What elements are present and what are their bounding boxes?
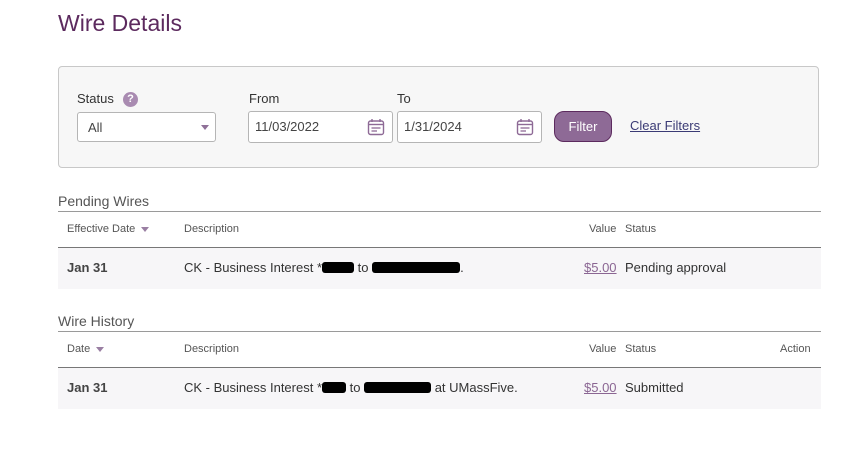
value-header: Value <box>589 343 617 355</box>
caret-down-icon <box>201 125 209 130</box>
to-label: To <box>397 91 411 106</box>
row-value-link[interactable]: $5.00 <box>584 260 617 275</box>
from-date-field <box>248 111 393 143</box>
row-value-link[interactable]: $5.00 <box>584 380 617 395</box>
row-status: Pending approval <box>625 260 727 275</box>
table-header: Effective Date Description Value Status <box>58 212 821 248</box>
chevron-down-icon <box>141 226 150 232</box>
table-header: Date Description Value Status Action <box>58 332 821 368</box>
effective-date-header[interactable]: Effective Date <box>67 223 150 235</box>
calendar-icon[interactable] <box>516 118 534 136</box>
page-title: Wire Details <box>58 10 182 36</box>
redaction-mark <box>322 382 346 393</box>
action-header: Action <box>780 343 811 355</box>
redaction-mark <box>364 382 432 393</box>
description-header: Description <box>184 223 240 235</box>
row-date: Jan 31 <box>67 260 108 275</box>
filter-button[interactable]: Filter <box>554 111 612 142</box>
calendar-icon[interactable] <box>367 118 385 136</box>
to-date-input[interactable] <box>404 119 504 134</box>
redaction-mark <box>372 262 461 273</box>
pending-wires-table: Effective Date Description Value Status … <box>58 212 821 289</box>
wire-history-title: Wire History <box>58 313 135 329</box>
clear-filters-link[interactable]: Clear Filters <box>630 118 700 133</box>
description-header: Description <box>184 343 240 355</box>
redaction-mark <box>322 262 354 273</box>
chevron-down-icon <box>96 346 105 352</box>
status-select[interactable]: All <box>77 112 216 142</box>
status-header: Status <box>625 223 657 235</box>
pending-wires-title: Pending Wires <box>58 193 150 209</box>
row-description: CK - Business Interest * to at UMassFive… <box>184 380 518 395</box>
status-select-value: All <box>88 120 103 135</box>
date-header[interactable]: Date <box>67 343 105 355</box>
help-icon[interactable]: ? <box>123 92 138 107</box>
to-date-field <box>397 111 542 143</box>
row-status: Submitted <box>625 380 684 395</box>
status-label: Status <box>77 91 114 106</box>
filter-panel: Status ? All From To Filter Clear Filter… <box>58 66 819 168</box>
row-date: Jan 31 <box>67 380 108 395</box>
wire-history-table: Date Description Value Status Action Jan… <box>58 332 821 409</box>
from-date-input[interactable] <box>255 119 355 134</box>
from-label: From <box>249 91 280 106</box>
status-header: Status <box>625 343 657 355</box>
table-row: Jan 31 CK - Business Interest * to at UM… <box>58 368 821 409</box>
value-header: Value <box>589 223 617 235</box>
row-description: CK - Business Interest * to . <box>184 260 464 275</box>
table-row: Jan 31 CK - Business Interest * to . $5.… <box>58 248 821 289</box>
